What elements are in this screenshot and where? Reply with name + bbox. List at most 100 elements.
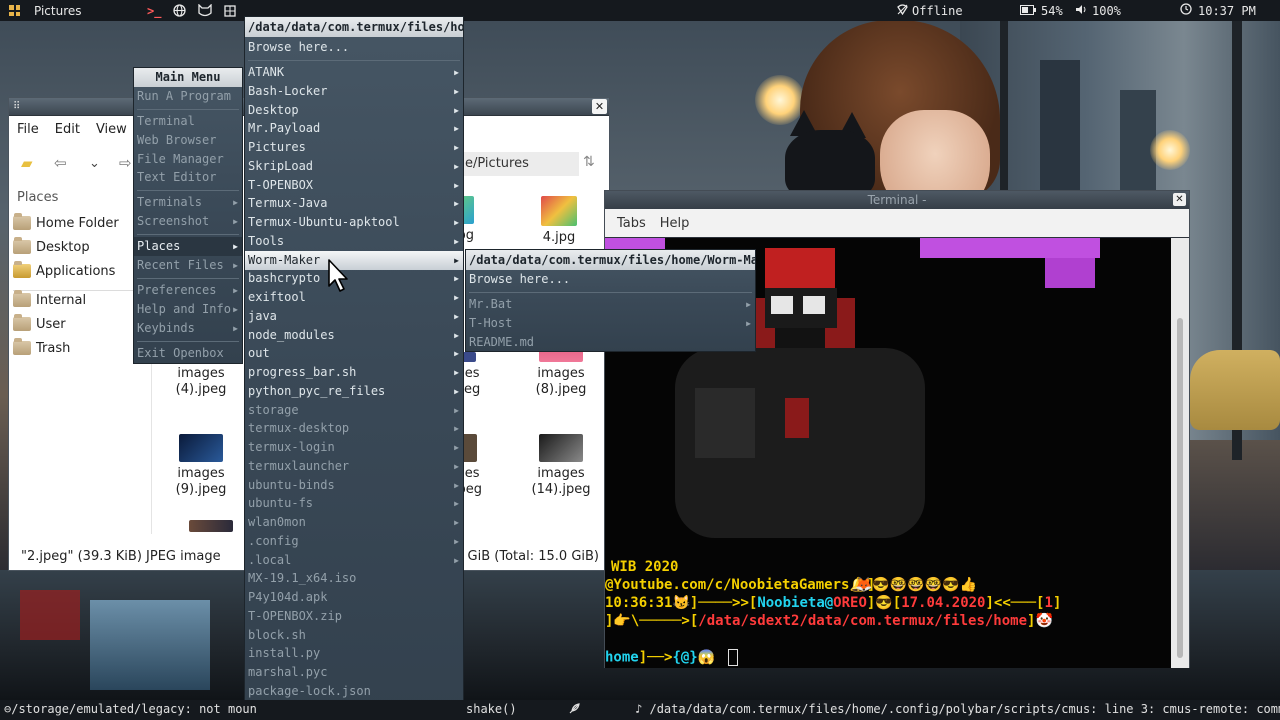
menu-item-browse-here[interactable]: Browse here... — [466, 270, 755, 289]
close-button[interactable]: ✕ — [592, 99, 607, 114]
menu-item-run-program[interactable]: Run A Program — [134, 87, 242, 106]
feather-icon[interactable] — [569, 702, 581, 717]
network-status[interactable]: Offline — [897, 0, 963, 21]
menu-item-folder[interactable]: .local ▶ — [245, 551, 463, 570]
menu-item-folder[interactable]: exiftool ▶ — [245, 288, 463, 307]
menu-item-folder[interactable]: storage ▶ — [245, 401, 463, 420]
menu-item-folder[interactable]: ubuntu-binds ▶ — [245, 476, 463, 495]
sidebar-item-label: Applications — [36, 263, 116, 279]
terminal-titlebar[interactable]: Terminal - ✕ — [605, 191, 1189, 209]
menu-item-web-browser[interactable]: Web Browser — [134, 131, 242, 150]
menu-item-terminal[interactable]: Terminal — [134, 112, 242, 131]
menu-item-folder[interactable]: T-OPENBOX ▶ — [245, 176, 463, 195]
file-item[interactable]: 4.jpg — [524, 196, 594, 246]
menu-item-folder[interactable]: node_modules ▶ — [245, 326, 463, 345]
wallpaper-light — [1150, 130, 1190, 170]
menu-item-screenshot[interactable]: Screenshot ▶ — [134, 212, 242, 231]
menu-item-folder[interactable]: Worm-Maker ▶ — [245, 251, 463, 270]
window-menu-icon[interactable]: ⠿ — [13, 101, 20, 112]
menu-item-places[interactable]: Places ▶ — [134, 237, 242, 256]
sidebar-item-label: User — [36, 316, 66, 332]
scrollbar-thumb[interactable] — [1177, 318, 1183, 658]
menu-item-file[interactable]: package-lock.json — [245, 682, 463, 701]
forward-arrow-icon[interactable]: ⇨ — [119, 154, 132, 172]
terminal-text: Noobieta@ — [757, 595, 834, 611]
storage-status-text: /storage/emulated/legacy: not moun — [11, 702, 257, 716]
sidebar-item-applications[interactable]: Applications — [13, 260, 115, 282]
menu-item-folder[interactable]: termuxlauncher ▶ — [245, 457, 463, 476]
menu-item-browse-here[interactable]: Browse here... — [245, 38, 463, 57]
menu-view[interactable]: View — [96, 122, 127, 137]
new-folder-icon[interactable]: ▰ — [21, 154, 33, 172]
menu-item-folder[interactable]: Termux-Ubuntu-apktool ▶ — [245, 213, 463, 232]
menu-item-folder[interactable]: Pictures ▶ — [245, 138, 463, 157]
clock[interactable]: 10:37 PM — [1180, 0, 1256, 21]
menu-item-folder[interactable]: Desktop ▶ — [245, 101, 463, 120]
menu-item-folder[interactable]: Termux-Java ▶ — [245, 194, 463, 213]
sort-icon[interactable]: ⇅ — [583, 154, 595, 170]
pixel-art-arm — [695, 388, 755, 458]
menu-edit[interactable]: Edit — [55, 122, 80, 137]
menu-item-file-manager[interactable]: File Manager — [134, 150, 242, 169]
terminal-scrollbar[interactable] — [1171, 238, 1189, 668]
menu-item-exit-openbox[interactable]: Exit Openbox — [134, 344, 242, 363]
menu-item-folder[interactable]: Tools ▶ — [245, 232, 463, 251]
menu-item-folder[interactable]: ubuntu-fs ▶ — [245, 494, 463, 513]
menu-help[interactable]: Help — [660, 216, 690, 231]
history-dropdown-icon[interactable]: ⌄ — [89, 156, 100, 171]
menu-item-file[interactable]: T-OPENBOX.zip — [245, 607, 463, 626]
menu-item-preferences[interactable]: Preferences ▶ — [134, 281, 242, 300]
menu-item-file[interactable]: P4y104d.apk — [245, 588, 463, 607]
apps-grid-icon[interactable] — [9, 0, 20, 21]
sidebar-item-home[interactable]: Home Folder — [13, 212, 119, 234]
menu-item-folder[interactable]: wlan0mon ▶ — [245, 513, 463, 532]
menu-item-folder[interactable]: .config ▶ — [245, 532, 463, 551]
back-arrow-icon[interactable]: ⇦ — [54, 154, 67, 172]
menu-item-folder[interactable]: termux-desktop ▶ — [245, 419, 463, 438]
menu-item-folder[interactable]: python_pyc_re_files ▶ — [245, 382, 463, 401]
menu-item-folder[interactable]: ATANK ▶ — [245, 63, 463, 82]
menu-file[interactable]: File — [17, 122, 39, 137]
menu-item-recent-files[interactable]: Recent Files ▶ — [134, 256, 242, 275]
menu-item-t-host[interactable]: T-Host ▶ — [466, 314, 755, 333]
sidebar-item-internal[interactable]: Internal — [13, 289, 86, 311]
sidebar-item-desktop[interactable]: Desktop — [13, 236, 90, 258]
folder-icon — [13, 237, 31, 254]
battery-status[interactable]: 54% — [1020, 0, 1063, 21]
menu-item-terminals[interactable]: Terminals ▶ — [134, 193, 242, 212]
location-bar[interactable]: e/Pictures — [459, 152, 579, 176]
calculator-icon[interactable] — [224, 0, 236, 21]
menu-item-folder[interactable]: Bash-Locker ▶ — [245, 82, 463, 101]
menu-item-keybinds[interactable]: Keybinds ▶ — [134, 319, 242, 338]
menu-item-readme[interactable]: README.md — [466, 333, 755, 352]
submenu-arrow-icon: ▶ — [233, 286, 238, 295]
menu-item-folder[interactable]: termux-login ▶ — [245, 438, 463, 457]
menu-item-file[interactable]: install.py — [245, 644, 463, 663]
close-button[interactable]: ✕ — [1173, 193, 1186, 206]
cat-icon[interactable] — [198, 0, 212, 21]
globe-icon[interactable] — [173, 0, 186, 21]
menu-item-file[interactable]: MX-19.1_x64.iso — [245, 569, 463, 588]
sidebar-item-user[interactable]: User — [13, 313, 66, 335]
menu-item-file[interactable]: block.sh — [245, 626, 463, 645]
menu-item-folder[interactable]: progress_bar.sh ▶ — [245, 363, 463, 382]
menu-item-folder[interactable]: java ▶ — [245, 307, 463, 326]
terminal-icon[interactable]: >_ — [147, 0, 161, 21]
volume-status[interactable]: 100% — [1075, 0, 1121, 21]
file-item[interactable]: images (14).jpeg — [526, 434, 596, 498]
menu-item-help-info[interactable]: Help and Info ▶ — [134, 300, 242, 319]
submenu-arrow-icon: ▶ — [233, 261, 238, 270]
places-menu: /data/data/com.termux/files/home Browse … — [244, 16, 464, 720]
menu-item-label: storage — [248, 403, 299, 417]
menu-item-file[interactable]: marshal.pyc — [245, 663, 463, 682]
menu-item-folder[interactable]: Mr.Payload ▶ — [245, 119, 463, 138]
menu-item-folder[interactable]: SkripLoad ▶ — [245, 157, 463, 176]
menu-tabs[interactable]: Tabs — [617, 216, 646, 231]
menu-item-text-editor[interactable]: Text Editor — [134, 168, 242, 187]
file-item[interactable]: images (9).jpeg — [166, 434, 236, 498]
menu-item-folder[interactable]: out ▶ — [245, 344, 463, 363]
sidebar-item-trash[interactable]: Trash — [13, 337, 70, 359]
file-item[interactable] — [176, 520, 246, 532]
menu-item-folder[interactable]: bashcrypto ▶ — [245, 269, 463, 288]
menu-item-mr-bat[interactable]: Mr.Bat ▶ — [466, 295, 755, 314]
